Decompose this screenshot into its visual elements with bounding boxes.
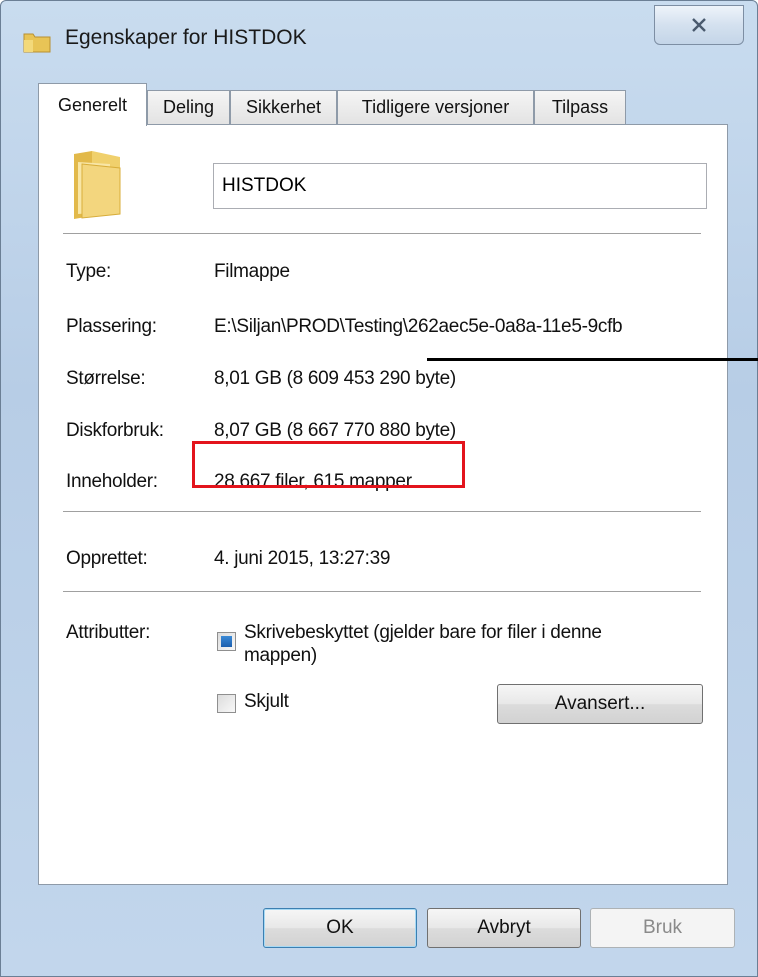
tab-deling[interactable]: Deling [147,90,230,124]
location-value: E:\Siljan\PROD\Testing\262aec5e-0a8a-11e… [214,316,623,337]
tab-sikkerhet[interactable]: Sikkerhet [230,90,337,124]
apply-button[interactable]: Bruk [590,908,735,948]
annotation-pointer-line [427,358,758,361]
tab-strip: Generelt Deling Sikkerhet Tidligere vers… [38,83,728,126]
title-bar[interactable]: Egenskaper for HISTDOK [1,1,757,79]
created-label: Opprettet: [66,548,148,569]
folder-icon [23,33,51,53]
separator [63,233,701,234]
separator [63,591,701,592]
hidden-checkbox[interactable] [217,694,236,713]
disk-usage-value: 8,07 GB (8 667 770 880 byte) [214,420,456,441]
folder-icon [74,151,121,219]
type-value: Filmappe [214,261,290,282]
contains-label: Inneholder: [66,471,158,492]
size-label: Størrelse: [66,368,146,389]
readonly-label-line2: mappen) [244,645,317,666]
disk-usage-label: Diskforbruk: [66,420,164,441]
window-title: Egenskaper for HISTDOK [65,26,307,49]
created-value: 4. juni 2015, 13:27:39 [214,548,391,569]
folder-name-input[interactable] [213,163,707,209]
advanced-button[interactable]: Avansert... [497,684,703,724]
contains-highlight-box [192,441,465,488]
cancel-button[interactable]: Avbryt [427,908,581,948]
close-icon [692,18,706,32]
readonly-label-line1: Skrivebeskyttet (gjelder bare for filer … [244,622,602,643]
type-label: Type: [66,261,111,282]
tab-generelt[interactable]: Generelt [38,83,147,126]
size-value: 8,01 GB (8 609 453 290 byte) [214,368,456,389]
readonly-checkbox[interactable] [217,632,236,651]
ok-button[interactable]: OK [263,908,417,948]
tab-tidligere-versjoner[interactable]: Tidligere versjoner [337,90,534,124]
tab-tilpass[interactable]: Tilpass [534,90,626,124]
location-label: Plassering: [66,316,157,337]
properties-window: Egenskaper for HISTDOK Generelt Deling S… [0,0,758,977]
hidden-label: Skjult [244,691,289,712]
close-button[interactable] [654,5,744,45]
general-panel: Type: Filmappe Plassering: E:\Siljan\PRO… [38,124,728,885]
separator [63,511,701,512]
attributes-label: Attributter: [66,622,151,643]
